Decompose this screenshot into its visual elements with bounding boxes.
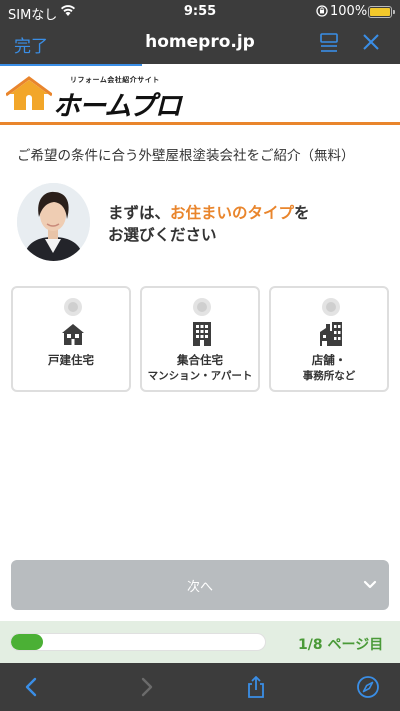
radio-button[interactable] bbox=[322, 298, 340, 316]
site-header: リフォーム会社紹介サイト ホームプロ bbox=[0, 66, 400, 124]
question-heading: まずは、お住まいのタイプを お選びください bbox=[108, 202, 310, 246]
option-title: 店舗・ bbox=[311, 353, 347, 367]
next-button-label: 次へ bbox=[186, 580, 213, 595]
advisor-avatar bbox=[17, 183, 90, 261]
back-icon[interactable] bbox=[20, 675, 44, 699]
intro-text: ご希望の条件に合う外壁屋根塗装会社をご紹介（無料） bbox=[17, 148, 355, 164]
residence-type-options: 戸建住宅 集合住宅 マンション・アパート 店舗・ 事務所など bbox=[11, 286, 389, 392]
rotation-lock-icon bbox=[316, 5, 328, 17]
address-domain[interactable]: homepro.jp bbox=[0, 32, 400, 52]
question-accent: お住まいのタイプ bbox=[170, 204, 295, 222]
option-title: 集合住宅 bbox=[177, 353, 223, 367]
progress-fill bbox=[11, 634, 43, 650]
browser-bottom-toolbar bbox=[0, 663, 400, 711]
browser-top-bar: 完了 homepro.jp bbox=[0, 24, 400, 64]
progress-label: 1/8 ページ目 bbox=[298, 637, 384, 653]
option-label: 集合住宅 マンション・アパート bbox=[142, 352, 258, 384]
forward-icon[interactable] bbox=[134, 675, 158, 699]
next-button[interactable]: 次へ bbox=[11, 560, 389, 610]
question-suffix: を bbox=[294, 204, 310, 222]
progress-area: 1/8 ページ目 bbox=[0, 621, 400, 663]
battery-fill bbox=[370, 8, 390, 16]
option-label: 店舗・ 事務所など bbox=[271, 352, 387, 384]
option-detached-house[interactable]: 戸建住宅 bbox=[11, 286, 131, 392]
close-icon[interactable] bbox=[362, 33, 380, 51]
status-bar: SIMなし 9:55 100% bbox=[0, 0, 400, 24]
option-label: 戸建住宅 bbox=[13, 352, 129, 368]
share-icon[interactable] bbox=[244, 675, 268, 699]
option-apartment[interactable]: 集合住宅 マンション・アパート bbox=[140, 286, 260, 392]
battery-percent: 100% bbox=[330, 4, 368, 19]
battery-icon bbox=[368, 6, 395, 18]
option-subtitle: マンション・アパート bbox=[147, 370, 253, 382]
shop-building-icon bbox=[320, 322, 342, 346]
house-icon bbox=[62, 324, 84, 345]
option-title: 戸建住宅 bbox=[48, 353, 94, 367]
question-line2: お選びください bbox=[108, 226, 217, 244]
option-subtitle: 事務所など bbox=[302, 370, 356, 382]
radio-button[interactable] bbox=[193, 298, 211, 316]
logo-house-icon[interactable] bbox=[6, 76, 52, 112]
reader-icon[interactable] bbox=[319, 32, 339, 54]
advisor-portrait-icon bbox=[17, 183, 90, 261]
radio-button[interactable] bbox=[64, 298, 82, 316]
chevron-down-icon bbox=[363, 580, 377, 589]
apartment-building-icon bbox=[193, 322, 211, 346]
site-logo[interactable]: ホームプロ bbox=[53, 84, 182, 123]
question-prefix: まずは、 bbox=[108, 204, 171, 222]
safari-compass-icon[interactable] bbox=[356, 675, 380, 699]
header-divider bbox=[0, 122, 400, 125]
progress-bar bbox=[10, 633, 266, 651]
option-shop-office[interactable]: 店舗・ 事務所など bbox=[269, 286, 389, 392]
